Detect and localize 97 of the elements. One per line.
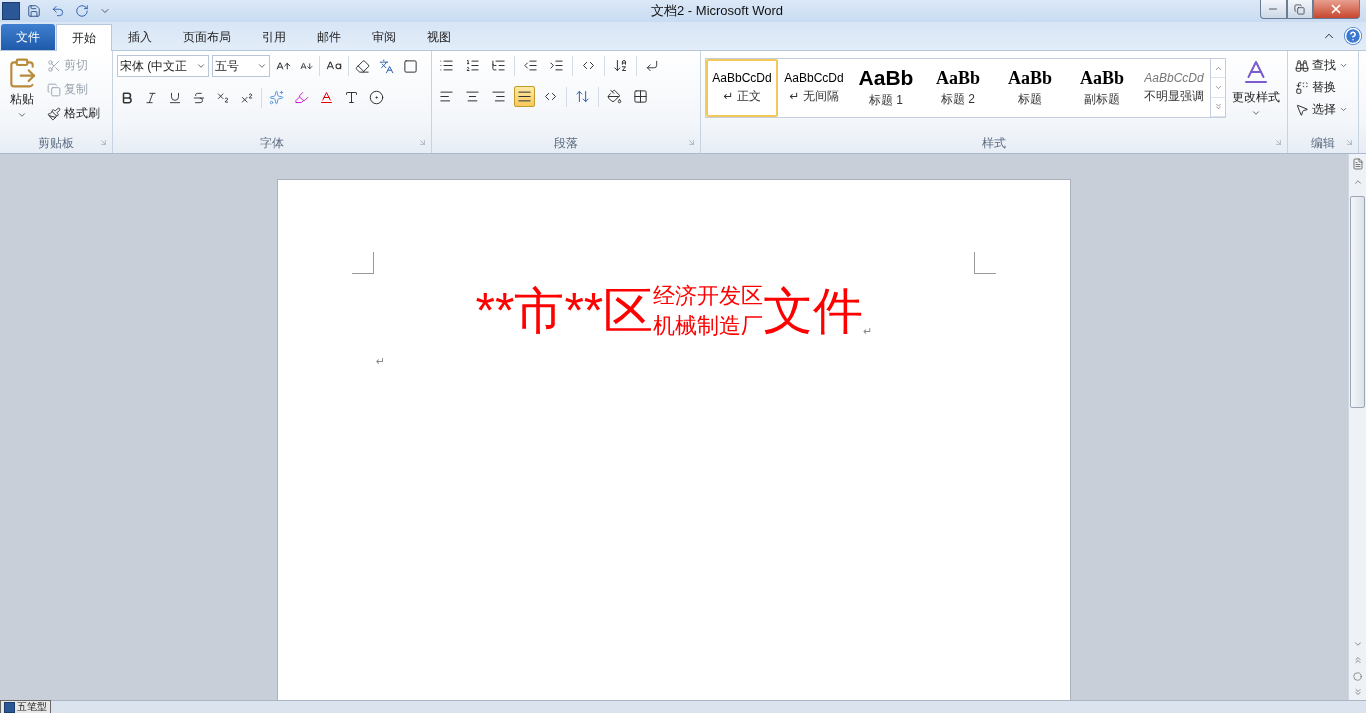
border-grid-icon: [633, 89, 648, 104]
group-label: 编辑: [1311, 134, 1335, 152]
ribbon-tab[interactable]: 引用: [247, 24, 301, 50]
save-icon: [27, 4, 41, 18]
align-right-icon: [491, 89, 506, 104]
restore-icon: [1294, 3, 1306, 15]
word-logo: [2, 2, 20, 20]
numbered-list-icon: [465, 58, 480, 73]
undo-icon: [51, 4, 65, 18]
return-arrow-icon: [645, 58, 659, 73]
margin-corner-mark: [352, 252, 374, 274]
ribbon-tab[interactable]: 视图: [412, 24, 466, 50]
group-label: 字体: [260, 134, 284, 152]
scissors-icon: [47, 58, 61, 73]
word-logo: [4, 701, 15, 713]
pointer-icon: [1295, 102, 1309, 117]
caret-icon: [1339, 61, 1348, 70]
ribbon-tab[interactable]: 页面布局: [168, 24, 246, 50]
paragraph-mark: ↵: [863, 325, 873, 339]
eraser-icon: [355, 58, 370, 74]
dialog-launcher-icon: [687, 138, 696, 147]
indent-icon: [549, 58, 564, 73]
style-item[interactable]: AaBbCcDd ↵ 正文: [706, 59, 778, 117]
ribbon-tab[interactable]: 插入: [113, 24, 167, 50]
char-border-icon: [403, 58, 418, 74]
paragraph-mark: ↵: [376, 355, 386, 369]
font-size-field[interactable]: 五号: [212, 55, 270, 77]
close-button[interactable]: [1313, 0, 1360, 19]
sort-icon: [613, 58, 628, 73]
multilevel-list-icon: [491, 58, 506, 73]
paintbrush-icon: [47, 106, 61, 121]
italic-icon: [144, 90, 158, 105]
caret-icon: [1339, 105, 1348, 114]
replace-icon: [1295, 80, 1309, 95]
heading-stacked-text: 机械制造厂: [653, 314, 764, 339]
line-spacing-icon: [575, 89, 590, 104]
group-label: 段落: [554, 134, 578, 152]
ribbon-tab[interactable]: 开始: [56, 24, 112, 51]
margin-corner-mark: [974, 252, 996, 274]
ime-mode-label: 五笔型: [17, 701, 47, 713]
vertical-scrollbar[interactable]: [1348, 154, 1366, 700]
ribbon-tab[interactable]: 审阅: [357, 24, 411, 50]
more-icon: [1213, 102, 1223, 112]
redo-icon: [75, 4, 89, 18]
paint-bucket-icon: [607, 89, 622, 104]
previous-page-icon: [1352, 655, 1363, 665]
ruler-toggle-icon: [1351, 158, 1364, 170]
next-page-icon: [1352, 687, 1363, 697]
superscript-icon: [240, 90, 254, 105]
clipboard-button[interactable]: 格式刷: [44, 103, 103, 124]
copy-icon: [47, 82, 61, 97]
editing-button[interactable]: 替换: [1292, 77, 1351, 98]
dialog-launcher-icon: [1274, 138, 1283, 147]
window-title: 文档2 - Microsoft Word: [650, 2, 783, 20]
binoculars-icon: [1295, 58, 1309, 73]
font-name-field[interactable]: 宋体 (中文正: [117, 55, 209, 77]
ime-toolbar[interactable]: 五笔型: [0, 700, 51, 713]
justify-icon: [517, 89, 532, 104]
scroll-up-icon: [1352, 177, 1363, 187]
bold-icon: [120, 90, 134, 105]
subscript-icon: [216, 90, 230, 105]
editing-button[interactable]: 查找: [1292, 55, 1351, 76]
dialog-launcher-icon: [418, 138, 427, 147]
change-styles-button[interactable]: 更改样式: [1230, 55, 1282, 133]
restore-button[interactable]: [1287, 0, 1313, 19]
alignment-button[interactable]: [514, 86, 535, 107]
scroll-down-icon: [1213, 83, 1223, 92]
scroll-thumb[interactable]: [1350, 196, 1365, 408]
align-left-icon: [439, 89, 454, 104]
paste-button[interactable]: 粘贴: [4, 55, 40, 133]
browse-object-icon: [1353, 671, 1362, 681]
sparkle-icon: [269, 90, 284, 105]
dialog-launcher-icon: [1345, 138, 1354, 147]
caret-icon: [1251, 108, 1261, 118]
heading-text: **市**区: [475, 286, 654, 337]
underline-icon: [168, 90, 182, 105]
caret-icon: [17, 110, 27, 120]
editing-button[interactable]: 选择: [1292, 99, 1351, 120]
align-center-icon: [465, 89, 480, 104]
group-label: 剪贴板: [38, 134, 74, 152]
dialog-launcher-icon: [99, 138, 108, 147]
file-tab[interactable]: 文件: [1, 24, 55, 50]
ribbon-tab[interactable]: 邮件: [302, 24, 356, 50]
strikethrough-icon: [192, 90, 206, 105]
group-label: 样式: [982, 134, 1006, 152]
scroll-down-icon: [1352, 639, 1363, 649]
font-color-icon: [319, 90, 334, 105]
highlighter-icon: [294, 90, 309, 105]
caret-icon: [257, 61, 267, 71]
phonetic-icon: [379, 58, 394, 74]
bullet-list-icon: [439, 58, 454, 73]
minimize-button[interactable]: [1260, 0, 1287, 19]
caret-icon: [196, 61, 206, 71]
heading-text: 文件: [763, 286, 864, 337]
help-icon[interactable]: [1344, 27, 1362, 45]
outdent-icon: [523, 58, 538, 73]
heading-stacked-text: 经济开发区: [653, 284, 764, 308]
